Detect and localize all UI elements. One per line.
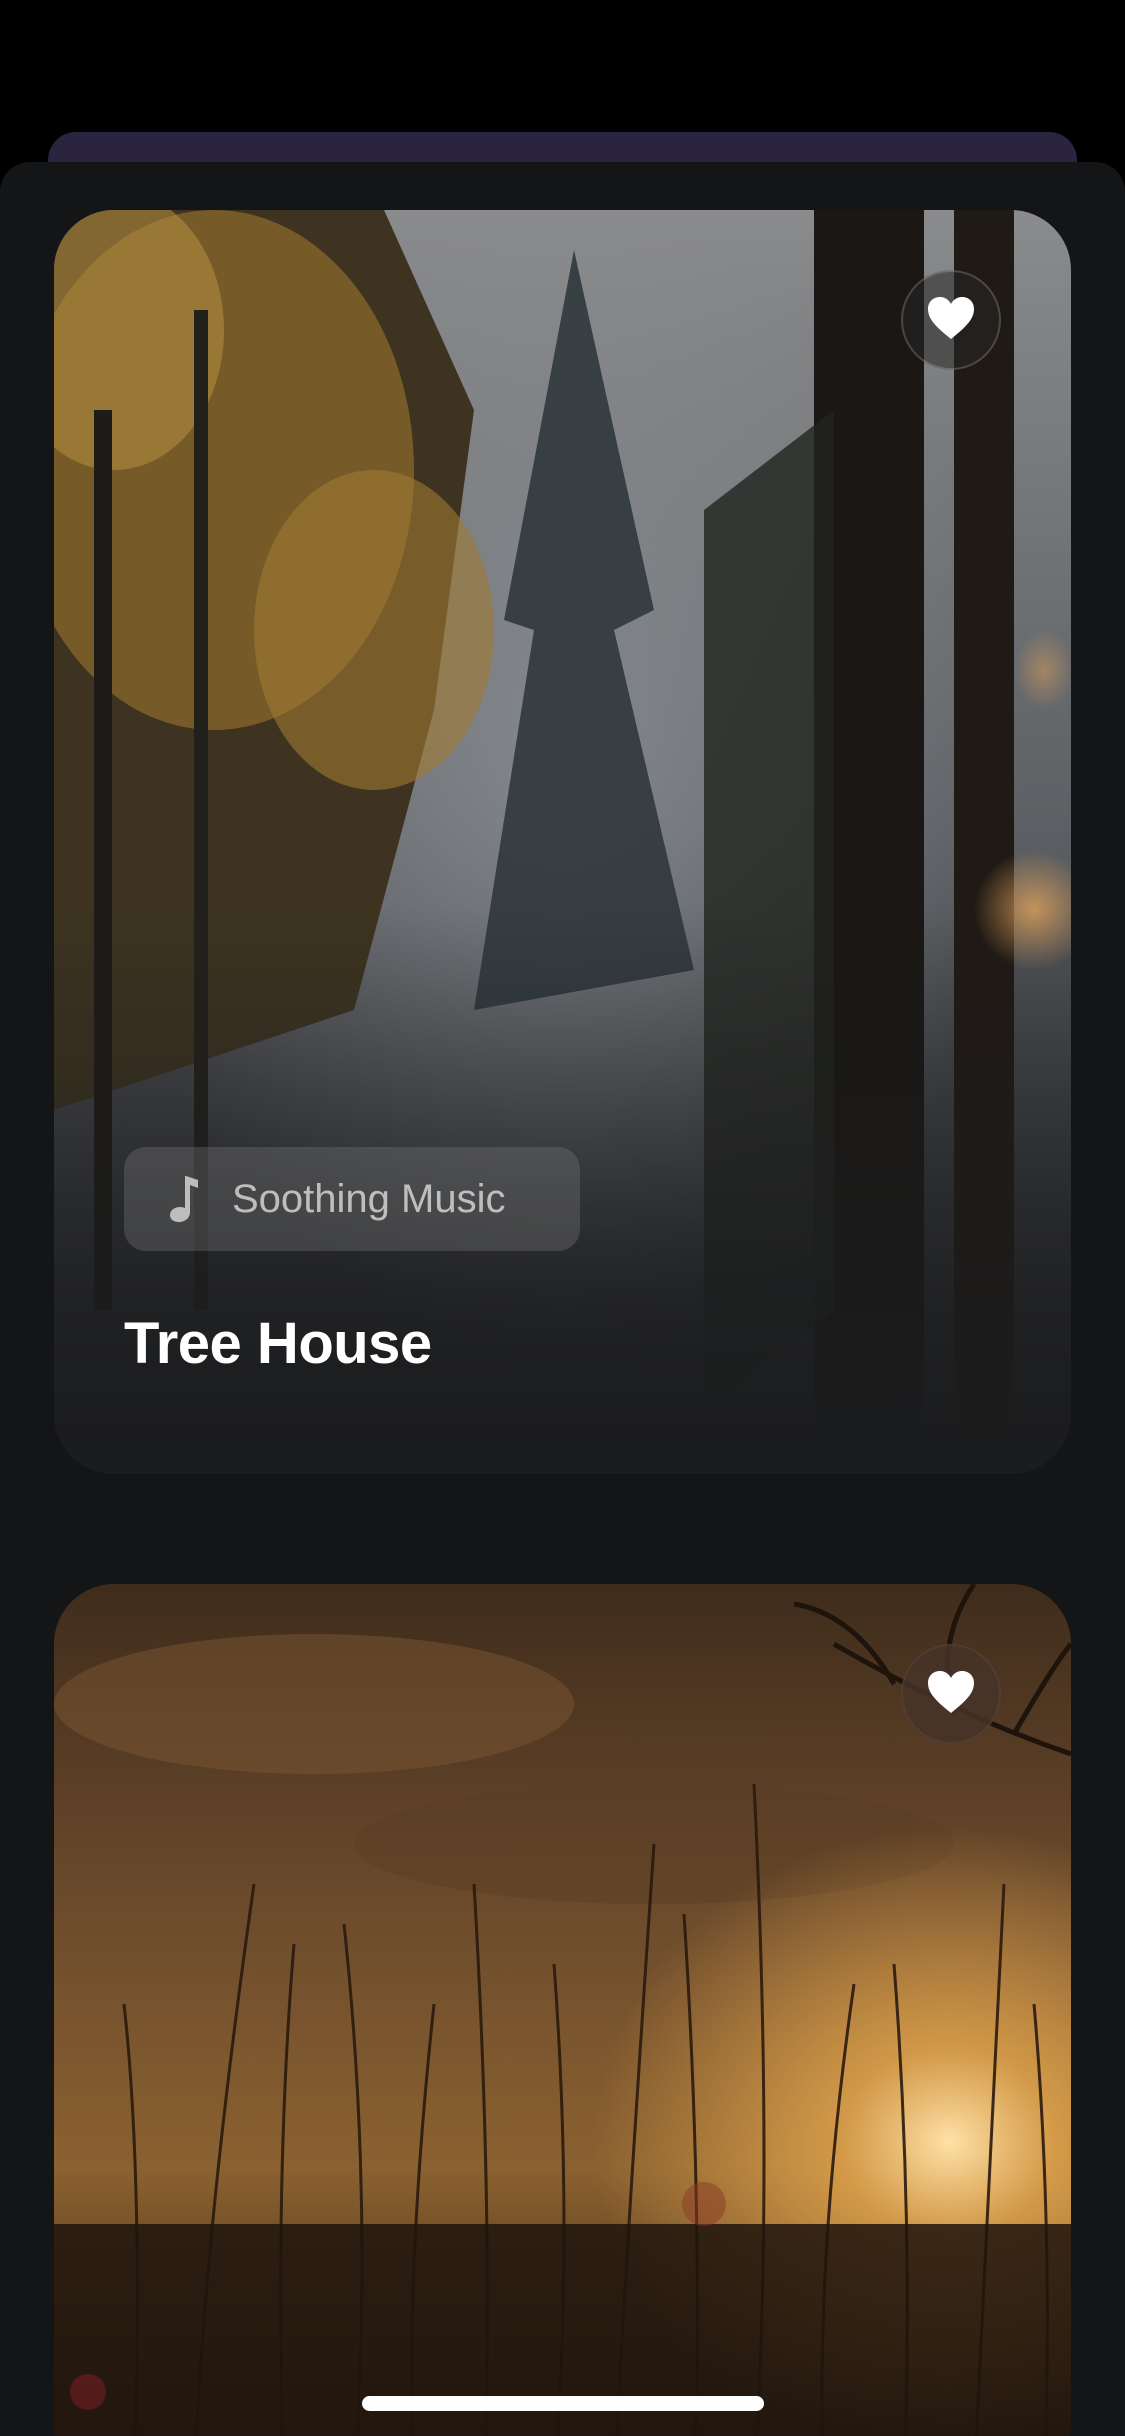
heart-icon: [926, 1669, 976, 1720]
favorite-button[interactable]: [901, 270, 1001, 370]
favorite-button[interactable]: [901, 1644, 1001, 1744]
forest-image: [54, 210, 1071, 1474]
sound-card-sunset[interactable]: [54, 1584, 1071, 2436]
card-title: Tree House: [124, 1311, 432, 1376]
tag-label: Soothing Music: [232, 1176, 506, 1221]
category-tag: Soothing Music: [124, 1147, 580, 1251]
sound-card-tree-house[interactable]: Soothing Music Tree House: [54, 210, 1071, 1474]
music-note-icon: [168, 1174, 204, 1224]
content-sheet: Soothing Music Tree House: [0, 162, 1125, 2436]
heart-icon: [926, 295, 976, 346]
home-indicator[interactable]: [362, 2396, 764, 2411]
